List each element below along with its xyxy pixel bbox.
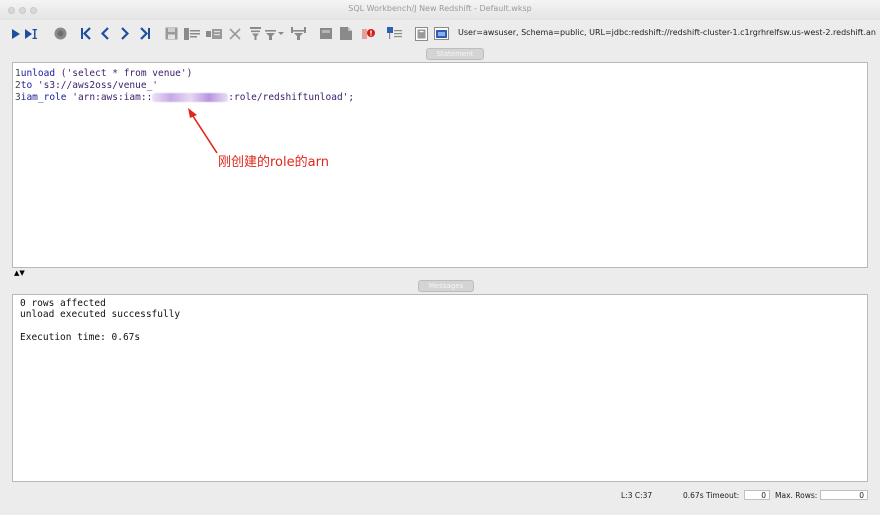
play-icon (12, 28, 20, 39)
delete-row-button[interactable] (227, 25, 243, 42)
previous-icon (100, 27, 109, 40)
sql-code: :role/redshiftunload'; (228, 92, 355, 103)
first-icon (81, 27, 91, 40)
filter-selection-button[interactable] (289, 25, 307, 42)
tab-messages[interactable]: Messages (418, 280, 474, 292)
messages-panel[interactable]: 0 rows affected unload executed successf… (12, 294, 868, 482)
code-line-3: 3iam_role 'arn:aws:iam:::role/redshiftun… (15, 92, 354, 104)
autocommit-icon (362, 28, 375, 39)
sql-code: 'arn:aws:iam:: (66, 92, 153, 103)
rollback-icon (340, 27, 352, 40)
sql-keyword: iam_role (20, 92, 67, 103)
redacted-account-id (152, 93, 229, 102)
copy-row-icon (206, 28, 222, 39)
commit-button[interactable] (318, 25, 334, 42)
splitter-handle[interactable]: ▲▼ (14, 269, 25, 277)
filter-dropdown-icon (265, 30, 284, 40)
message-line: Execution time: 0.67s (20, 332, 141, 343)
execute-selected-button[interactable] (24, 25, 40, 42)
stop-button[interactable] (52, 25, 68, 42)
sql-code: 's3://aws2oss/venue_' (32, 80, 159, 91)
autocommit-button[interactable] (360, 25, 378, 42)
window-title: SQL Workbench/J New Redshift - Default.w… (348, 4, 532, 13)
insert-row-icon (184, 27, 200, 40)
first-row-button[interactable] (78, 25, 94, 42)
max-rows-input[interactable]: 0 (820, 490, 868, 500)
stop-icon (54, 27, 66, 40)
execute-current-button[interactable] (10, 25, 22, 42)
message-line: unload executed successfully (20, 309, 181, 320)
toolbar: User=awsuser, Schema=public, URL=jdbc:re… (0, 20, 880, 46)
save-icon (165, 27, 177, 40)
insert-row-button[interactable] (183, 25, 201, 42)
delete-icon (229, 27, 241, 40)
connection-info-button[interactable] (413, 25, 429, 42)
explorer-icon (386, 27, 402, 39)
commit-icon (320, 28, 332, 39)
sql-editor[interactable]: 1unload ('select * from venue') 2to 's3:… (12, 62, 868, 268)
rollback-button[interactable] (338, 25, 354, 42)
play-cursor-icon (25, 28, 37, 39)
previous-row-button[interactable] (98, 25, 112, 42)
connection-info-label: User=awsuser, Schema=public, URL=jdbc:re… (458, 28, 876, 37)
save-button[interactable] (163, 25, 179, 42)
connection-icon (414, 26, 428, 41)
editor-tab-strip: Statement (12, 46, 868, 60)
next-icon (121, 27, 130, 40)
last-row-button[interactable] (137, 25, 153, 42)
next-row-button[interactable] (118, 25, 132, 42)
connect-icon (433, 27, 449, 40)
annotation-arrow-icon (188, 108, 218, 154)
status-bar: L:3 C:37 0.67s Timeout: 0 Max. Rows: 0 (0, 484, 880, 515)
annotation-label: 刚创建的role的arn (218, 155, 329, 170)
timeout-input[interactable]: 0 (744, 490, 770, 500)
sql-code: ('select * from venue') (55, 68, 193, 79)
timeout-label: Timeout: (706, 491, 740, 500)
last-icon (140, 27, 150, 40)
code-line-2: 2to 's3://aws2oss/venue_' (15, 80, 158, 92)
copy-row-button[interactable] (205, 25, 223, 42)
sql-keyword: to (20, 80, 33, 91)
sql-keyword: unload (20, 68, 56, 79)
cursor-position: L:3 C:37 (621, 491, 653, 500)
database-explorer-button[interactable] (385, 25, 403, 42)
code-line-1: 1unload ('select * from venue') (15, 68, 192, 80)
filter-button[interactable] (248, 25, 262, 42)
filter-dropdown-button[interactable] (264, 25, 286, 42)
filter-icon (249, 27, 261, 40)
title-bar: SQL Workbench/J New Redshift - Default.w… (0, 0, 880, 21)
max-rows-label: Max. Rows: (775, 491, 818, 500)
app-window: SQL Workbench/J New Redshift - Default.w… (0, 0, 880, 515)
tab-statement[interactable]: Statement (426, 48, 484, 60)
connect-button[interactable] (432, 25, 450, 42)
messages-tab-strip: Messages (12, 278, 868, 292)
filter-selection-icon (290, 27, 306, 40)
message-line: 0 rows affected (20, 298, 106, 309)
execution-time: 0.67s (683, 491, 704, 500)
